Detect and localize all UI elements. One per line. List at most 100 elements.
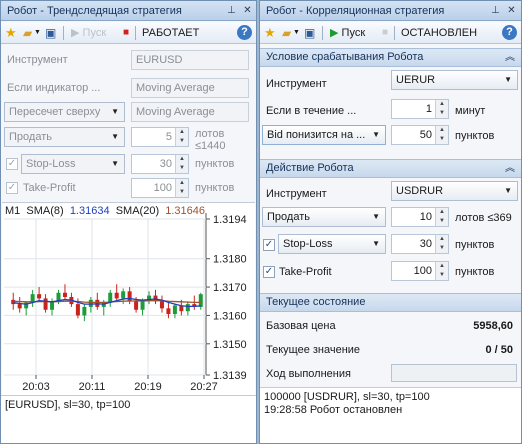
chevron-down-icon: ▼ — [372, 130, 380, 139]
close-icon[interactable]: ✕ — [505, 4, 518, 17]
spinner-icon[interactable]: ▲ ▼ — [175, 128, 188, 146]
lots-input[interactable]: 5 ▲ ▼ — [131, 127, 189, 147]
chevron-down-icon: ▼ — [504, 75, 512, 84]
status-log: 100000 [USDRUR], sl=30, tp=100 19:28:58 … — [260, 387, 521, 443]
price-chart[interactable]: M1 SMA(8) 1.31634 SMA(20) 1.31646 1.3194… — [2, 202, 255, 395]
chevron-down-icon: ▼ — [372, 239, 380, 248]
stop-icon[interactable]: ■ — [382, 25, 388, 41]
y-tick-label: 1.3139 — [213, 370, 247, 382]
minutes-unit: минут — [455, 105, 486, 117]
play-icon: ▶ — [71, 27, 80, 39]
spinner-icon[interactable]: ▲ ▼ — [435, 100, 448, 118]
window-title: Робот - Корреляционная стратегия — [266, 5, 445, 17]
open-folder-icon[interactable]: ▰ — [23, 25, 32, 41]
points-unit: пунктов — [455, 130, 495, 142]
run-button-label: Пуск — [341, 27, 366, 39]
play-icon: ▶ — [330, 27, 339, 39]
help-icon[interactable]: ? — [502, 25, 517, 40]
open-dropdown-icon[interactable]: ▼ — [34, 25, 41, 41]
x-tick-label: 20:03 — [22, 381, 50, 393]
x-tick-label: 20:27 — [190, 381, 218, 393]
action-dropdown[interactable]: Продать ▼ — [262, 207, 386, 227]
chevron-down-icon: ▼ — [111, 107, 119, 116]
spinner-icon[interactable]: ▲ ▼ — [435, 208, 448, 226]
minutes-input[interactable]: 1 ▲ ▼ — [391, 99, 449, 119]
condition-section-header[interactable]: Условие срабатывания Робота ︽ — [260, 48, 521, 67]
spinner-icon[interactable]: ▲ ▼ — [435, 262, 448, 280]
stoploss-checkbox[interactable]: ✓ — [263, 239, 275, 251]
progress-bar — [391, 364, 517, 382]
close-icon[interactable]: ✕ — [241, 4, 254, 17]
stoploss-input[interactable]: 30 ▲ ▼ — [131, 154, 189, 174]
toolbar-separator — [63, 26, 64, 40]
takeprofit-checkbox[interactable]: ✓ — [263, 266, 275, 278]
toolbar-separator — [322, 26, 323, 40]
correlation-robot-panel: Робот - Корреляционная стратегия ⊥ ✕ ★ ▰… — [259, 0, 522, 444]
stoploss-value: 30 — [419, 238, 432, 250]
lots-input[interactable]: 10 ▲ ▼ — [391, 207, 449, 227]
indicator2-field[interactable]: Moving Average — [131, 102, 249, 122]
favorite-star-icon[interactable]: ★ — [264, 25, 276, 41]
lots-limit: ≤1440 — [195, 140, 226, 152]
stoploss-dropdown[interactable]: Stop-Loss ▼ — [21, 154, 125, 174]
save-icon[interactable]: ▣ — [45, 25, 56, 41]
robot-state: РАБОТАЕТ — [142, 27, 200, 39]
pin-icon[interactable]: ⊥ — [489, 4, 502, 17]
action-dropdown[interactable]: Продать ▼ — [4, 127, 125, 147]
lots-value: 5 — [165, 131, 172, 143]
stoploss-input[interactable]: 30 ▲ ▼ — [391, 234, 449, 254]
favorite-star-icon[interactable]: ★ — [5, 25, 17, 41]
action-value: Продать — [267, 211, 310, 223]
trend-robot-panel: Робот - Трендследящая стратегия ⊥ ✕ ★ ▰ … — [0, 0, 257, 444]
toolbar: ★ ▰ ▼ ▣ ▶ Пуск ■ РАБОТАЕТ ? — [1, 22, 256, 44]
indicator-field[interactable]: Moving Average — [131, 78, 249, 98]
instrument-field[interactable]: EURUSD — [131, 50, 249, 70]
x-tick-label: 20:19 — [134, 381, 162, 393]
candlestick-plot: 1.3194 1.3180 1.3170 1.3160 1.3150 1.3139 20:0… — [4, 213, 247, 393]
takeprofit-checkbox[interactable]: ✓ — [6, 182, 18, 194]
chevron-down-icon: ▼ — [111, 132, 119, 141]
bid-dropdown[interactable]: Bid понизится на ... ▼ — [262, 125, 386, 145]
base-price-value: 5958,60 — [473, 320, 513, 332]
takeprofit-unit: пунктов — [195, 182, 235, 194]
y-tick-label: 1.3194 — [213, 214, 247, 226]
chevron-down-icon: ▼ — [504, 186, 512, 195]
instrument2-dropdown[interactable]: USDRUR ▼ — [391, 181, 518, 201]
pin-icon[interactable]: ⊥ — [225, 4, 238, 17]
save-icon[interactable]: ▣ — [304, 25, 315, 41]
stoploss-value: 30 — [159, 158, 172, 170]
action-section-title: Действие Робота — [266, 162, 354, 174]
points-input[interactable]: 50 ▲ ▼ — [391, 125, 449, 145]
stoploss-unit: пунктов — [455, 239, 495, 251]
candle-body — [62, 292, 67, 297]
open-folder-icon[interactable]: ▰ — [282, 25, 291, 41]
stop-icon[interactable]: ■ — [123, 25, 129, 41]
takeprofit-input[interactable]: 100 ▲ ▼ — [131, 178, 189, 198]
takeprofit-input[interactable]: 100 ▲ ▼ — [391, 261, 449, 281]
title-bar[interactable]: Робот - Корреляционная стратегия ⊥ ✕ — [260, 1, 521, 21]
y-tick-label: 1.3150 — [213, 339, 247, 351]
crossing-dropdown[interactable]: Пересечет сверху ▼ — [4, 102, 125, 122]
takeprofit-label: Take-Profit — [23, 182, 76, 194]
spinner-icon[interactable]: ▲ ▼ — [175, 155, 188, 173]
spinner-icon[interactable]: ▲ ▼ — [435, 235, 448, 253]
run-button[interactable]: ▶ Пуск — [71, 25, 106, 41]
state-section-header: Текущее состояние — [260, 293, 521, 312]
candle-body — [108, 292, 113, 303]
candle-body — [50, 301, 55, 310]
help-icon[interactable]: ? — [237, 25, 252, 40]
spinner-icon[interactable]: ▲ ▼ — [435, 126, 448, 144]
collapse-icon[interactable]: ︽ — [505, 160, 515, 177]
collapse-icon[interactable]: ︽ — [505, 49, 515, 66]
progress-label: Ход выполнения — [266, 368, 351, 380]
action-section-header[interactable]: Действие Робота ︽ — [260, 159, 521, 178]
title-bar[interactable]: Робот - Трендследящая стратегия ⊥ ✕ — [1, 1, 256, 21]
open-dropdown-icon[interactable]: ▼ — [293, 25, 300, 41]
candle-body — [121, 291, 126, 299]
stoploss-dropdown[interactable]: Stop-Loss ▼ — [278, 234, 386, 254]
spinner-icon[interactable]: ▲ ▼ — [175, 179, 188, 197]
run-button[interactable]: ▶ Пуск — [330, 25, 365, 41]
stoploss-checkbox[interactable]: ✓ — [6, 158, 18, 170]
instrument-dropdown[interactable]: UERUR ▼ — [391, 70, 518, 90]
candle-body — [75, 304, 80, 316]
